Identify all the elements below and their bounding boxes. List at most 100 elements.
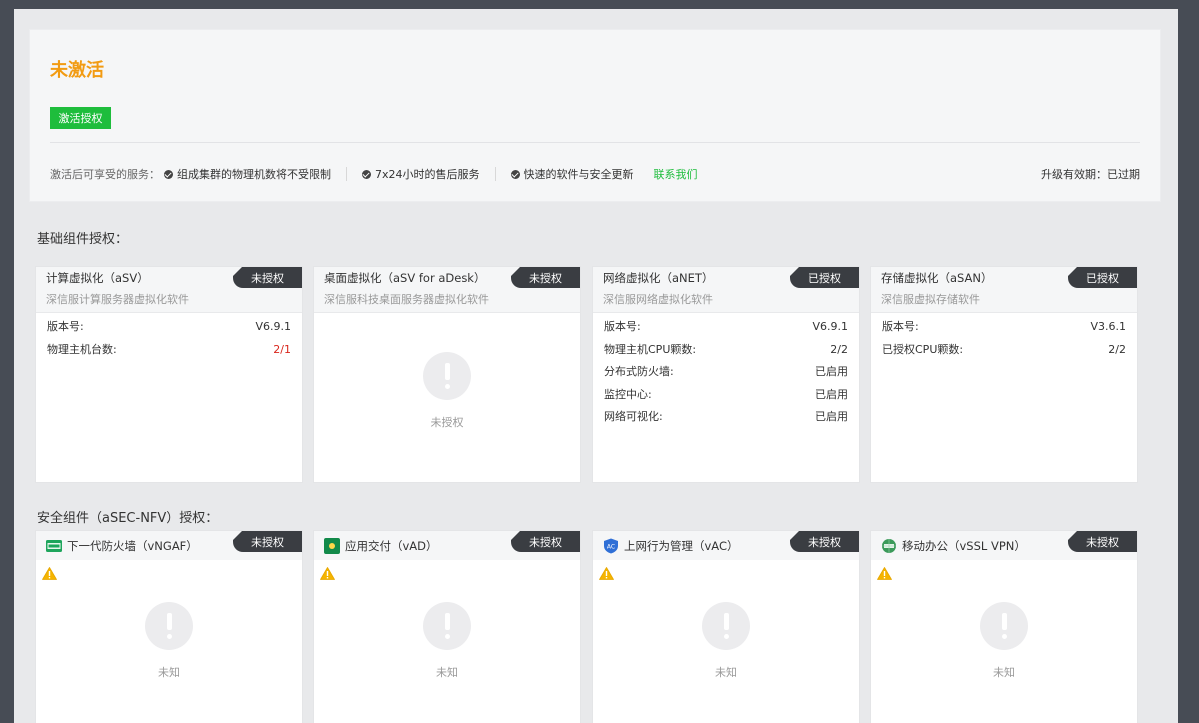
row-label: 物理主机CPU颗数: [604,342,697,356]
separator [346,167,347,181]
empty-text: 未知 [993,666,1015,679]
benefits-list: 激活后可享受的服务： 组成集群的物理机数将不受限制 7x24小时的售后服务 快速… [50,166,698,182]
row-value: V6.9.1 [812,320,848,333]
exclamation-circle-icon [423,602,471,650]
benefits-label: 激活后可享受的服务： [50,168,160,181]
row-value: V6.9.1 [255,320,291,333]
warning-icon [599,567,614,580]
card-rows: 版本号: V6.9.1 物理主机台数: 2/1 [36,313,302,361]
row-label: 监控中心: [604,387,652,401]
row-label: 版本号: [47,320,84,333]
card-header: 计算虚拟化（aSV） 未授权 [36,267,302,288]
benefit-item: 7x24小时的售后服务 [362,166,480,182]
license-badge: 未授权 [790,531,859,552]
card-header: 存储虚拟化（aSAN） 已授权 [871,267,1137,288]
row-label: 版本号: [604,320,641,333]
row-label: 网络可视化: [604,410,663,423]
card-subtitle: 深信服计算服务器虚拟化软件 [36,288,302,313]
check-circle-icon [510,169,520,179]
benefit-item: 组成集群的物理机数将不受限制 [164,166,331,182]
license-badge: 未授权 [1068,531,1137,552]
card-title: 计算虚拟化（aSV） [46,270,149,285]
row-value: 已启用 [815,410,848,423]
card-title: 存储虚拟化（aSAN） [881,270,993,285]
card-title: 移动办公（vSSL VPN） [902,538,1026,553]
card-anet[interactable]: 网络虚拟化（aNET） 已授权 深信服网络虚拟化软件 版本号: V6.9.1 物理… [592,266,860,483]
divider [50,142,1140,143]
empty-text: 未知 [715,666,737,679]
activation-status-title: 未激活 [50,60,104,81]
card-title: 下一代防火墙（vNGAF） [67,538,198,553]
benefit-item: 快速的软件与安全更新 [510,166,634,182]
benefit-text: 7x24小时的售后服务 [375,168,480,181]
card-vngaf[interactable]: 下一代防火墙（vNGAF） 未授权 未知 [35,530,303,723]
empty-text: 未知 [158,666,180,679]
svg-text:AC: AC [607,543,615,550]
vad-icon [324,537,340,554]
card-header: 下一代防火墙（vNGAF） 未授权 [36,531,302,560]
vpn-icon [882,538,896,553]
row-label: 已授权CPU颗数: [882,342,964,356]
benefit-text: 快速的软件与安全更新 [523,168,634,181]
license-badge: 未授权 [233,267,302,288]
card-header: 网络虚拟化（aNET） 已授权 [593,267,859,288]
card-title: 上网行为管理（vAC） [624,538,739,553]
separator [494,167,496,181]
row-value: 已启用 [815,365,848,378]
check-circle-icon [362,169,371,179]
exclamation-circle-icon [145,602,193,650]
empty-state: 未知 [36,602,302,680]
row-label: 版本号: [882,320,919,333]
basic-section-title: 基础组件授权： [37,232,129,247]
info-row: 版本号: V6.9.1 [47,316,291,339]
row-value: 2/2 [830,342,848,356]
empty-text: 未知 [436,666,458,679]
row-label: 分布式防火墙: [604,365,674,378]
warning-icon [320,567,335,580]
row-value: 2/2 [1108,342,1126,356]
card-vac[interactable]: AC 上网行为管理（vAC） 未授权 未知 [592,530,860,723]
info-row: 物理主机台数: 2/1 [47,339,291,362]
card-title: 应用交付（vAD） [345,538,438,553]
exclamation-circle-icon [702,602,750,650]
info-row: 监控中心: 已启用 [604,384,848,407]
card-vad[interactable]: 应用交付（vAD） 未授权 未知 [313,530,581,723]
empty-state: 未知 [871,602,1137,680]
license-page: 未激活 激活授权 激活后可享受的服务： 组成集群的物理机数将不受限制 7x24小… [14,9,1178,723]
card-header: 移动办公（vSSL VPN） 未授权 [871,531,1137,560]
info-row: 已授权CPU颗数: 2/2 [882,339,1126,362]
activation-status-panel: 未激活 激活授权 激活后可享受的服务： 组成集群的物理机数将不受限制 7x24小… [29,29,1161,202]
empty-text: 未授权 [430,416,464,429]
card-subtitle: 深信服科技桌面服务器虚拟化软件 [314,288,580,313]
check-circle-icon [164,169,173,179]
info-row: 版本号: V3.6.1 [882,316,1126,339]
card-title: 桌面虚拟化（aSV for aDesk） [324,270,486,285]
info-row: 网络可视化: 已启用 [604,406,848,429]
card-vsslvpn[interactable]: 移动办公（vSSL VPN） 未授权 未知 [870,530,1138,723]
card-header: 桌面虚拟化（aSV for aDesk） 未授权 [314,267,580,288]
license-badge: 未授权 [511,531,580,552]
vac-icon: AC [604,538,618,553]
card-adesk[interactable]: 桌面虚拟化（aSV for aDesk） 未授权 深信服科技桌面服务器虚拟化软件… [313,266,581,483]
activate-license-button[interactable]: 激活授权 [50,107,111,129]
info-row: 版本号: V6.9.1 [604,316,848,339]
card-asv[interactable]: 计算虚拟化（aSV） 未授权 深信服计算服务器虚拟化软件 版本号: V6.9.1 … [35,266,303,483]
license-badge: 已授权 [1068,267,1137,288]
card-asan[interactable]: 存储虚拟化（aSAN） 已授权 深信服虚拟存储软件 版本号: V3.6.1 已授权… [870,266,1138,483]
exclamation-circle-icon [980,602,1028,650]
empty-state: 未授权 [314,352,580,430]
empty-state: 未知 [314,602,580,680]
card-subtitle: 深信服网络虚拟化软件 [593,288,859,313]
info-row: 分布式防火墙: 已启用 [604,361,848,384]
ngaf-icon [46,539,62,552]
row-value: 已启用 [815,387,848,401]
exclamation-circle-icon [423,352,471,400]
contact-us-link[interactable]: 联系我们 [654,166,698,182]
license-badge: 已授权 [790,267,859,288]
empty-state: 未知 [593,602,859,680]
license-badge: 未授权 [511,267,580,288]
row-value: 2/1 [273,342,291,356]
card-header: AC 上网行为管理（vAC） 未授权 [593,531,859,560]
warning-icon [877,567,892,580]
info-row: 物理主机CPU颗数: 2/2 [604,339,848,362]
